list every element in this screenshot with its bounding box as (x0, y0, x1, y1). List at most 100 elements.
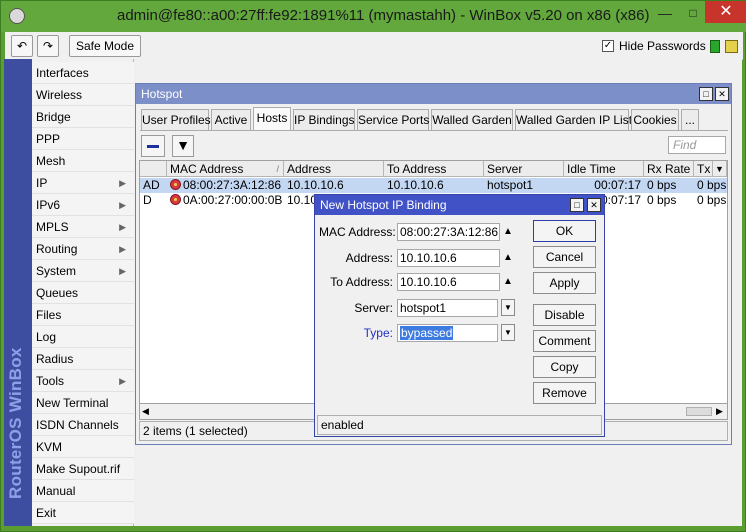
hotspot-title: Hotspot (136, 84, 731, 104)
hide-passwords-label: Hide Passwords (619, 39, 706, 53)
remove-button[interactable]: Remove (533, 382, 596, 404)
tab-service-ports[interactable]: Service Ports (357, 109, 429, 130)
collapse-up-icon[interactable]: ▲ (502, 273, 514, 291)
routeros-winbox-logo: RouterOS WinBox (6, 347, 25, 499)
submenu-arrow-icon: ▶ (119, 376, 126, 386)
remove-host-button[interactable] (141, 135, 165, 157)
new-ip-binding-dialog: New Hotspot IP Binding □ ✕ MAC Address: … (314, 194, 605, 437)
sidebar-item-routing[interactable]: Routing ▶ (32, 238, 134, 260)
brand-strip: RouterOS WinBox (4, 59, 32, 526)
sidebar-item-isdn-channels[interactable]: ISDN Channels (32, 414, 134, 436)
column-header-address[interactable]: Address (284, 161, 384, 177)
tab-walled-garden-ip-list[interactable]: Walled Garden IP List (515, 109, 632, 130)
disable-button[interactable]: Disable (533, 304, 596, 326)
mac-address-label: MAC Address: (319, 225, 396, 239)
column-header-idle-time[interactable]: Idle Time (564, 161, 644, 177)
dialog-status-bar: enabled (317, 415, 602, 435)
row-flags: D (143, 193, 152, 207)
sidebar-item-exit[interactable]: Exit (32, 502, 134, 524)
apply-button[interactable]: Apply (533, 272, 596, 294)
column-header-flags[interactable] (140, 161, 167, 177)
filter-icon: ▼ (176, 137, 190, 153)
to-address-label: To Address: (330, 275, 393, 289)
ok-button[interactable]: OK (533, 220, 596, 242)
copy-button[interactable]: Copy (533, 356, 596, 378)
column-header-to-address[interactable]: To Address (384, 161, 484, 177)
row-to-address: 10.10.10.6 (387, 178, 444, 192)
redo-button[interactable]: ↷ (37, 35, 59, 57)
column-header-mac-address[interactable]: MAC Address / (167, 161, 284, 177)
row-rx-rate: 0 bps (647, 178, 677, 192)
row-address: 10.10.10.6 (287, 178, 344, 192)
table-row[interactable]: AD 08:00:27:3A:12:86 10.10.10.6 10.10.10… (140, 178, 727, 193)
title-bar: admin@fe80::a00:27ff:fe92:1891%11 (mymas… (1, 1, 746, 32)
scroll-left-icon[interactable]: ◀ (142, 406, 149, 417)
row-mac: 08:00:27:3A:12:86 (167, 178, 284, 193)
type-select[interactable]: bypassed (397, 324, 498, 342)
hotspot-maximize-button[interactable]: □ (699, 87, 713, 101)
collapse-up-icon[interactable]: ▲ (502, 249, 514, 267)
address-field[interactable]: 10.10.10.6 (397, 249, 500, 267)
collapse-up-icon[interactable]: ▲ (502, 223, 514, 241)
column-menu-icon[interactable]: ▼ (713, 161, 727, 177)
server-select[interactable]: hotspot1 (397, 299, 498, 317)
close-button[interactable]: ✕ (705, 1, 746, 23)
sidebar-item-make-supout[interactable]: Make Supout.rif (32, 458, 134, 480)
tab-active[interactable]: Active (211, 109, 251, 130)
server-dropdown-icon[interactable]: ▼ (501, 299, 515, 316)
cancel-button[interactable]: Cancel (533, 246, 596, 268)
safe-mode-button[interactable]: Safe Mode (69, 35, 141, 57)
hide-passwords-checkbox[interactable]: ✓ (602, 40, 614, 52)
tab-walled-garden[interactable]: Walled Garden (431, 109, 513, 130)
lock-icon (725, 40, 738, 53)
sidebar-item-interfaces[interactable]: Interfaces (32, 62, 134, 84)
comment-button[interactable]: Comment (533, 330, 596, 352)
sidebar-item-kvm[interactable]: KVM (32, 436, 134, 458)
sidebar-item-mpls[interactable]: MPLS ▶ (32, 216, 134, 238)
sidebar-item-mesh[interactable]: Mesh (32, 150, 134, 172)
maximize-button[interactable]: □ (683, 4, 703, 24)
hotspot-close-button[interactable]: ✕ (715, 87, 729, 101)
column-header-server[interactable]: Server (484, 161, 564, 177)
mac-address-field[interactable]: 08:00:27:3A:12:86 (397, 223, 500, 241)
tab-user-profiles[interactable]: User Profiles (141, 109, 211, 130)
submenu-arrow-icon: ▶ (119, 222, 126, 232)
submenu-arrow-icon: ▶ (119, 178, 126, 188)
column-header-tx[interactable]: Tx (694, 161, 713, 177)
winbox-app-icon (9, 8, 25, 24)
sidebar-item-log[interactable]: Log (32, 326, 134, 348)
window-title: admin@fe80::a00:27ff:fe92:1891%11 (mymas… (117, 7, 650, 24)
tab-divider (140, 130, 728, 131)
sidebar-item-new-terminal[interactable]: New Terminal (32, 392, 134, 414)
find-input[interactable]: Find (668, 136, 726, 154)
to-address-field[interactable]: 10.10.10.6 (397, 273, 500, 291)
row-server: hotspot1 (487, 178, 534, 192)
sidebar-item-bridge[interactable]: Bridge (32, 106, 134, 128)
sidebar-item-queues[interactable]: Queues (32, 282, 134, 304)
tab-ip-bindings[interactable]: IP Bindings (293, 109, 355, 130)
scroll-right-icon[interactable]: ▶ (716, 406, 723, 417)
sidebar-item-tools[interactable]: Tools ▶ (32, 370, 134, 392)
tab-hosts[interactable]: Hosts (253, 107, 291, 131)
undo-button[interactable]: ↶ (11, 35, 33, 57)
sidebar-item-ppp[interactable]: PPP (32, 128, 134, 150)
scroll-thumb[interactable] (686, 407, 712, 416)
column-header-rx-rate[interactable]: Rx Rate (644, 161, 694, 177)
minimize-button[interactable]: — (651, 4, 679, 24)
host-icon (170, 179, 181, 190)
dialog-close-button[interactable]: ✕ (587, 198, 601, 212)
tab-more[interactable]: ... (681, 109, 699, 130)
dialog-maximize-button[interactable]: □ (570, 198, 584, 212)
type-dropdown-icon[interactable]: ▼ (501, 324, 515, 341)
sidebar-item-radius[interactable]: Radius (32, 348, 134, 370)
filter-button[interactable]: ▼ (172, 135, 194, 157)
sidebar-item-manual[interactable]: Manual (32, 480, 134, 502)
host-icon (170, 194, 181, 205)
sidebar-item-wireless[interactable]: Wireless (32, 84, 134, 106)
sidebar-item-system[interactable]: System ▶ (32, 260, 134, 282)
sidebar-item-files[interactable]: Files (32, 304, 134, 326)
tab-cookies[interactable]: Cookies (631, 109, 679, 130)
sidebar-item-ipv6[interactable]: IPv6 ▶ (32, 194, 134, 216)
row-mac: 0A:00:27:00:00:0B (167, 193, 284, 208)
sidebar-item-ip[interactable]: IP ▶ (32, 172, 134, 194)
